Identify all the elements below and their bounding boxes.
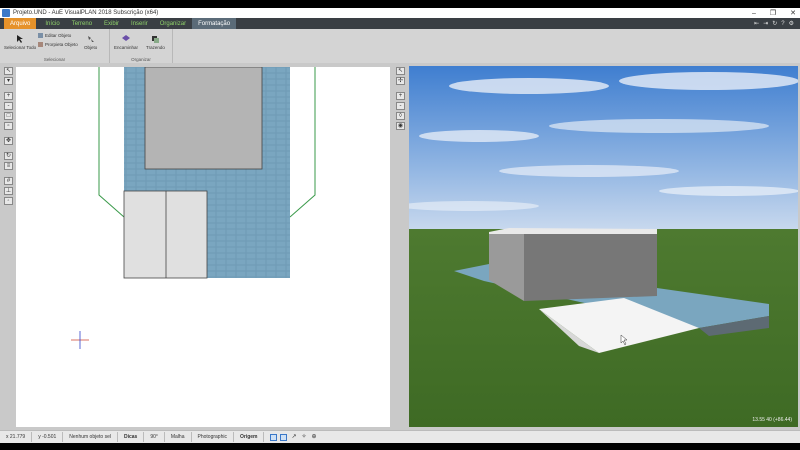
layers-icon (122, 35, 130, 41)
tab-insert[interactable]: Inserir (125, 18, 154, 29)
edit-object-button[interactable]: Editar Objeto (38, 33, 71, 38)
boundary-line-right (289, 67, 316, 218)
object-properties-button[interactable]: Prorpieta Objeto (38, 42, 78, 47)
status-selection: Nenhum objeto sel (63, 432, 118, 442)
view3d-info: 13.55 40 (+86.44) (752, 417, 792, 423)
app-icon (2, 9, 10, 17)
window-title: Projeto.UND - AuE VisualPLAN 2018 Subscr… (13, 10, 159, 16)
select-all-button[interactable]: Selecionar Todo (4, 35, 36, 50)
zoom-in-3d-icon[interactable]: + (396, 92, 405, 100)
layers-tool-icon[interactable]: ≡ (4, 162, 13, 170)
minimize-button[interactable]: – (752, 10, 756, 17)
stack-icon (152, 36, 160, 43)
tab-view[interactable]: Exibir (98, 18, 125, 29)
grid-tool-icon[interactable]: # (4, 177, 13, 185)
zoom-in-icon[interactable]: + (4, 92, 13, 100)
help-icon[interactable]: ? (781, 21, 784, 27)
group-label-organize: Organizar (131, 57, 151, 62)
plan-toolbar: ↖ ▾ + - □ ▫ ✥ ↻ ≡ # ⊥ ◦ (3, 67, 14, 207)
tab-file[interactable]: Arquivo (4, 18, 37, 29)
building-block (144, 67, 263, 170)
properties-icon (38, 42, 43, 47)
boundary-line-left (98, 67, 125, 218)
group-label-select: Selecionar (43, 57, 66, 62)
status-angle[interactable]: 90° (144, 432, 165, 442)
workspace: ↖ ▾ + - □ ▫ ✥ ↻ ≡ # ⊥ ◦ ↖ ✢ + - ◊ ◉ 13.5… (0, 63, 800, 430)
tab-home[interactable]: Início (39, 18, 65, 29)
settings-icon[interactable]: ⚙ (789, 20, 794, 27)
zoom-fit-icon[interactable]: □ (4, 112, 13, 120)
cursor-icon (17, 35, 24, 43)
snap-line-icon[interactable] (270, 433, 278, 441)
dropdown-tool-icon[interactable]: ▾ (4, 77, 13, 85)
close-button[interactable]: ✕ (790, 9, 796, 17)
orbit-icon[interactable]: ✢ (396, 77, 405, 85)
status-grid[interactable]: Malha (165, 432, 192, 442)
scene-3d (409, 66, 798, 427)
objects-icon (87, 36, 94, 42)
refresh-icon[interactable]: ↻ (772, 20, 777, 27)
ribbon-group-select: Selecionar Todo Editar Objeto Prorpieta … (0, 29, 110, 63)
zoom-out-icon[interactable]: - (4, 102, 13, 110)
status-y: y -0.501 (32, 432, 64, 442)
plan-drawing (71, 67, 316, 349)
pointer-tool-icon[interactable]: ↖ (4, 67, 13, 75)
status-origin[interactable]: Origem (234, 432, 265, 442)
ribbon-group-organize: Encaminhar Trazendo Organizar (110, 29, 173, 63)
measure-tool-icon[interactable]: ⊥ (4, 187, 13, 195)
forward-icon[interactable]: ⇥ (763, 20, 768, 27)
zoom-out-3d-icon[interactable]: - (396, 102, 405, 110)
view3d[interactable]: 13.55 40 (+86.44) (409, 66, 798, 427)
ribbon: Selecionar Todo Editar Objeto Prorpieta … (0, 29, 800, 64)
status-bar: x 21.779 y -0.501 Nenhum objeto sel Dica… (0, 430, 800, 443)
tab-format[interactable]: Formatação (192, 18, 237, 29)
building-roof-3d (489, 228, 657, 234)
rotate-icon[interactable]: ↻ (4, 152, 13, 160)
objects-button[interactable]: Objeto (84, 35, 97, 50)
maximize-button[interactable]: ❐ (770, 9, 776, 17)
quick-access-toolbar: ⇤ ⇥ ↻ ? ⚙ (754, 18, 794, 29)
title-bar: Projeto.UND - AuE VisualPLAN 2018 Subscr… (0, 8, 800, 18)
view3d-toolbar: ↖ ✢ + - ◊ ◉ (395, 67, 406, 132)
bring-forward-button[interactable]: Encaminhar (114, 35, 138, 50)
tab-organize[interactable]: Organizar (154, 18, 192, 29)
status-icons: ↗ ✧ ⊕ (264, 433, 317, 441)
pointer-3d-icon[interactable]: ↖ (396, 67, 405, 75)
pan-icon[interactable]: ✥ (4, 137, 13, 145)
edit-icon (38, 33, 43, 38)
status-snap[interactable]: Dicas (118, 432, 145, 442)
back-icon[interactable]: ⇤ (754, 20, 759, 27)
status-x: x 21.779 (0, 432, 33, 442)
snap-center-icon[interactable]: ⊕ (310, 434, 317, 441)
ribbon-tabs: Arquivo Início Terreno Exibir Inserir Or… (0, 18, 800, 29)
camera-icon[interactable]: ◉ (396, 122, 405, 130)
snap-tool-icon[interactable]: ◦ (4, 197, 13, 205)
zoom-window-icon[interactable]: ▫ (4, 122, 13, 130)
building-front-3d (524, 234, 657, 301)
snap-angle-icon[interactable] (280, 433, 288, 441)
snap-point-icon[interactable]: ✧ (300, 434, 307, 441)
tab-terrain[interactable]: Terreno (66, 18, 98, 29)
send-back-button[interactable]: Trazendo (146, 35, 165, 50)
walk-icon[interactable]: ◊ (396, 112, 405, 120)
status-render[interactable]: Photographic (192, 432, 234, 442)
snap-arrow-icon[interactable]: ↗ (290, 434, 297, 441)
plan-view[interactable] (16, 67, 390, 427)
ramp-block (123, 190, 208, 279)
